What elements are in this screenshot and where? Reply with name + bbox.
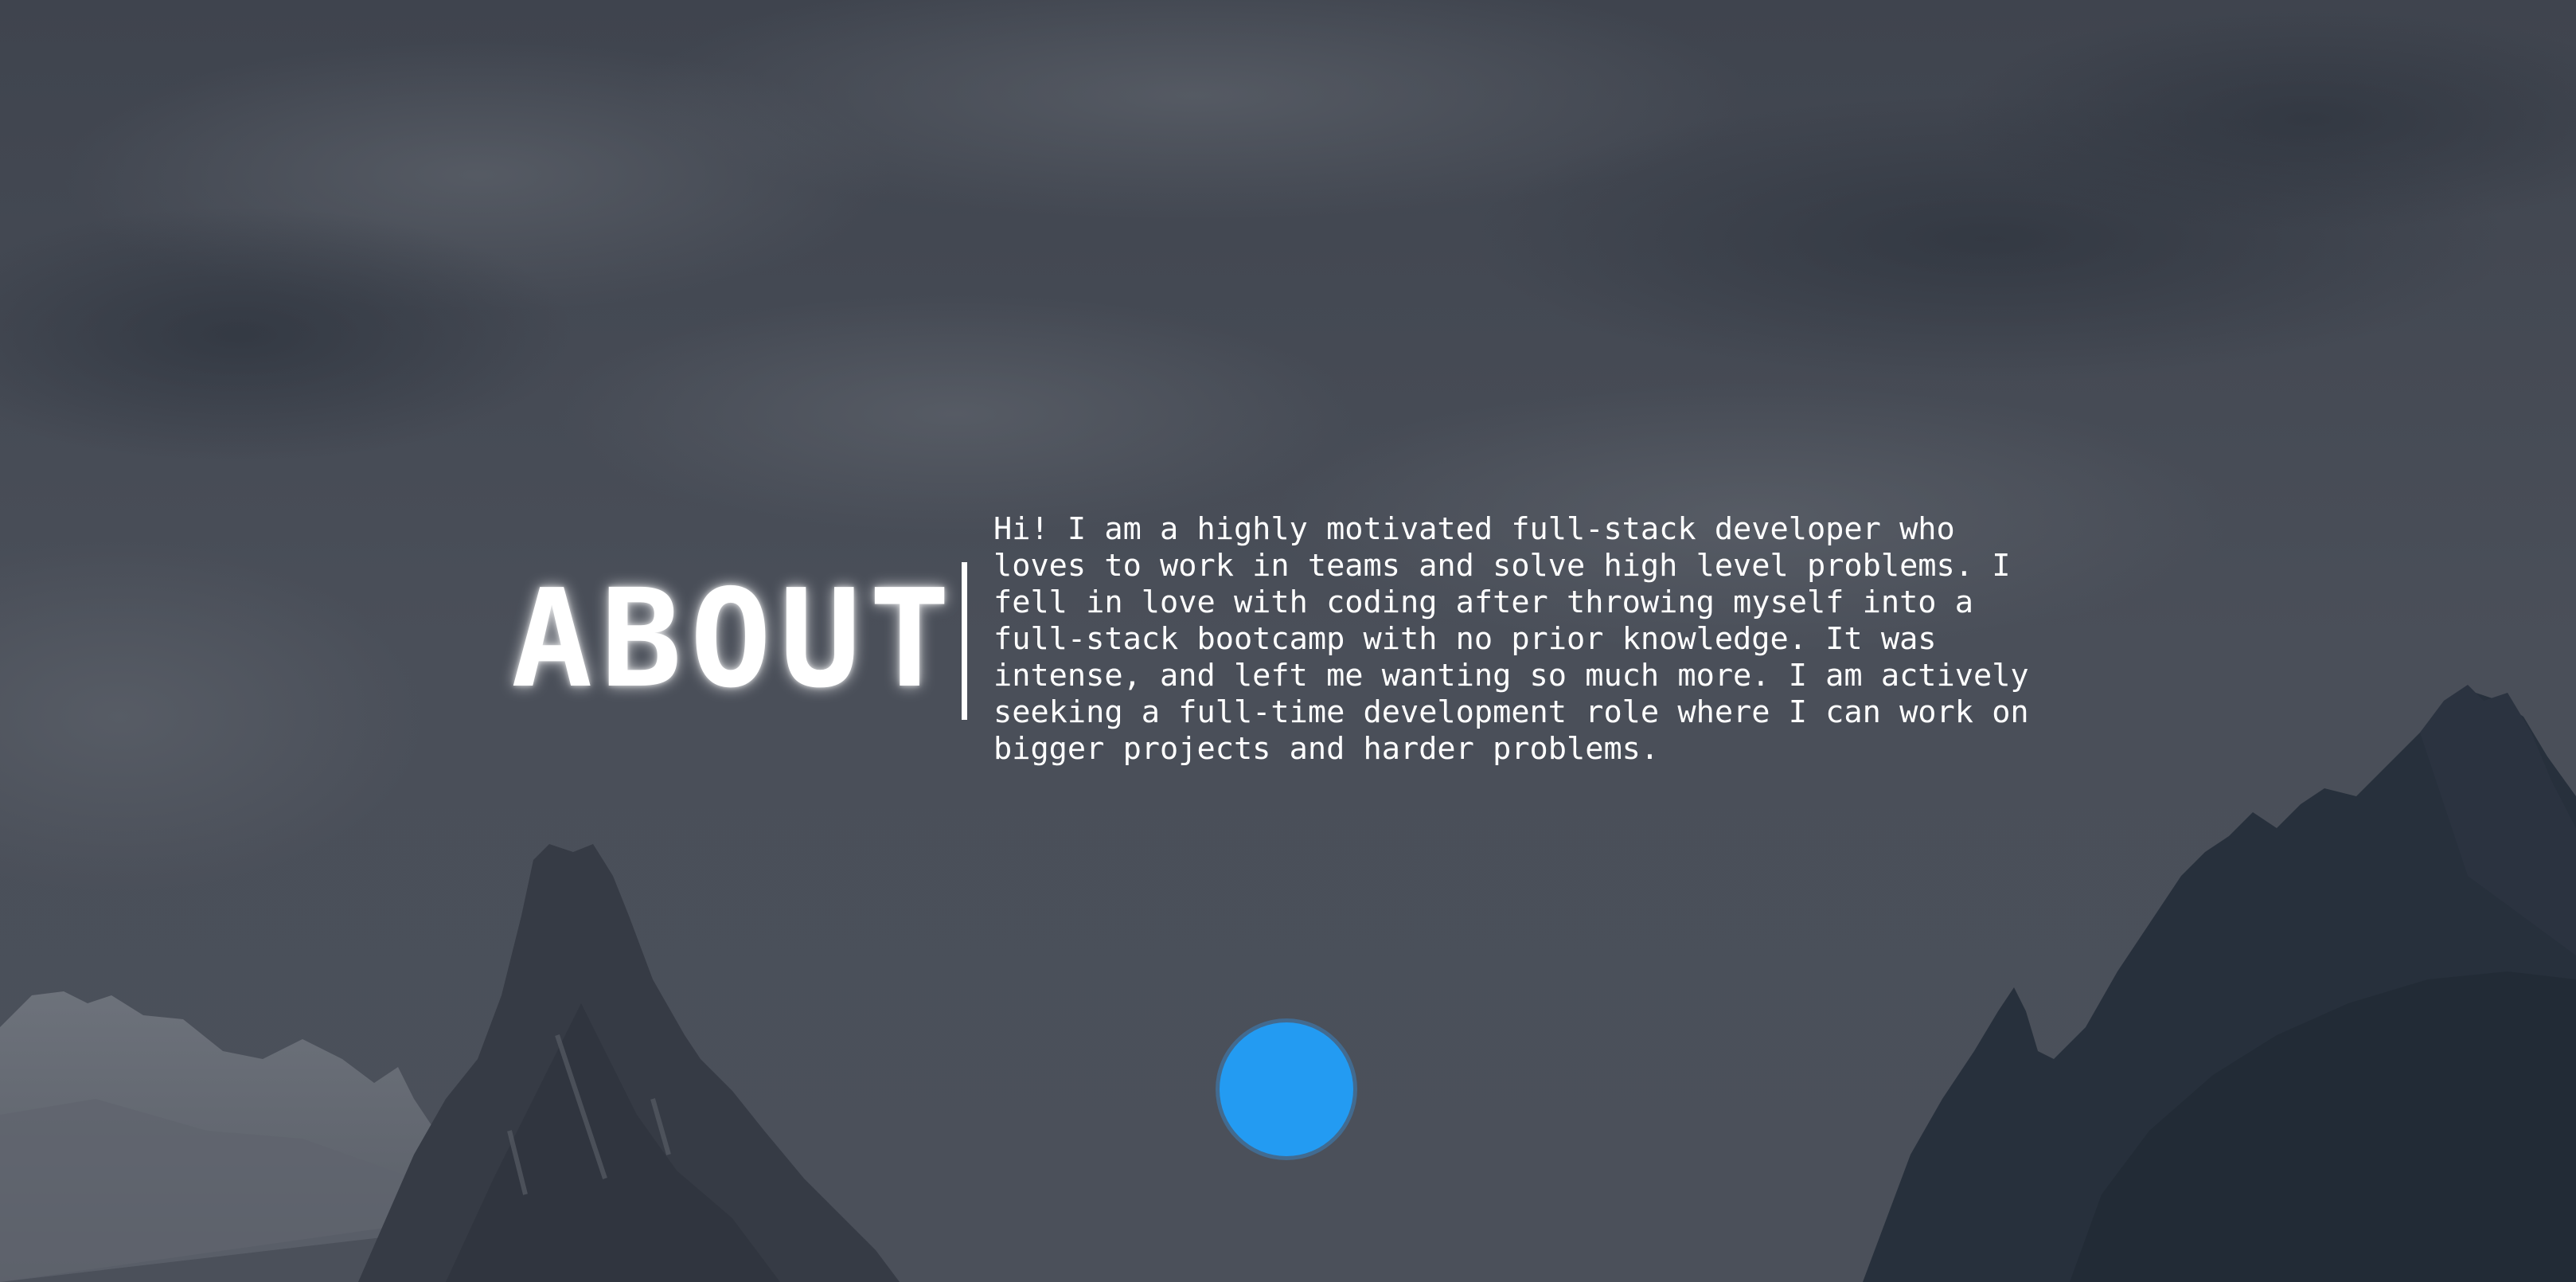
vertical-divider: [962, 562, 967, 720]
about-page: ABOUT Hi! I am a highly motivated full-s…: [0, 0, 2576, 1282]
about-heading: ABOUT: [511, 561, 958, 718]
about-paragraph: Hi! I am a highly motivated full-stack d…: [993, 511, 2029, 767]
circle-button[interactable]: [1220, 1022, 1353, 1156]
